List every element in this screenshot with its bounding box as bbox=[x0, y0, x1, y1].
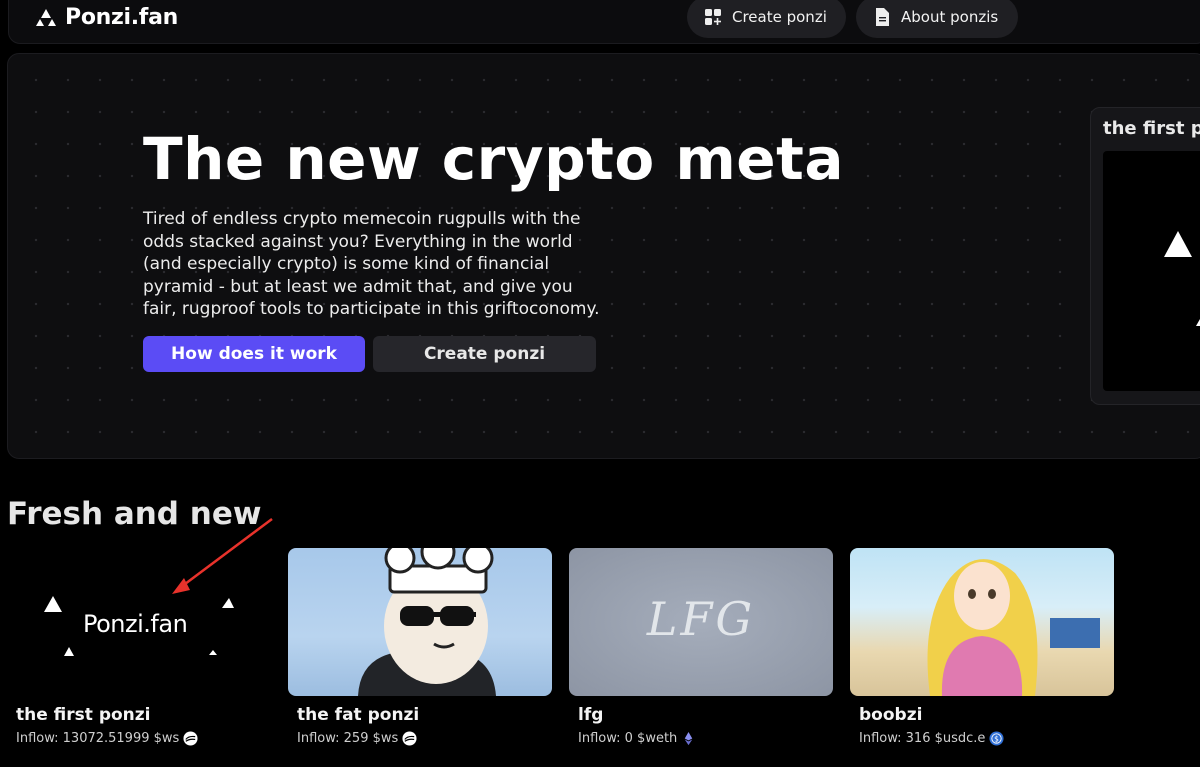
page: Ponzi.fan Create ponzi About ponzis The … bbox=[0, 0, 1200, 767]
featured-ponzi-card[interactable]: the first p bbox=[1090, 107, 1200, 405]
hero-title: The new crypto meta bbox=[143, 125, 844, 193]
ponzi-card-inflow: Inflow: 259 $ws bbox=[297, 731, 552, 746]
hero-description-line: pyramid - but at least we admit that, an… bbox=[143, 276, 573, 297]
document-icon bbox=[876, 8, 889, 26]
ponzi-card-inflow-text: Inflow: 259 $ws bbox=[297, 731, 399, 746]
lfg-image-text: LFG bbox=[646, 592, 756, 646]
create-ponzi-button[interactable]: Create ponzi bbox=[373, 336, 596, 372]
ponzi-card-inflow-text: Inflow: 13072.51999 $ws bbox=[16, 731, 180, 746]
chef-mascot-illustration bbox=[358, 548, 496, 696]
ponzi-card[interactable]: boobzi Inflow: 316 $usdc.e $ bbox=[850, 548, 1114, 746]
how-does-it-work-button[interactable]: How does it work bbox=[143, 336, 365, 372]
pyramid-logo-icon bbox=[36, 8, 56, 26]
pyramid-logo-icon bbox=[1164, 231, 1200, 326]
usdc-token-icon: $ bbox=[989, 731, 1004, 746]
hero-description: Tired of endless crypto memecoin rugpull… bbox=[143, 208, 633, 321]
hero-description-line: fair, rugproof tools to participate in t… bbox=[143, 299, 600, 319]
brand[interactable]: Ponzi.fan bbox=[35, 5, 178, 30]
ponzi-card-inflow-text: Inflow: 316 $usdc.e bbox=[859, 731, 986, 746]
about-ponzis-nav-button[interactable]: About ponzis bbox=[856, 0, 1018, 38]
ponzi-card-name: boobzi bbox=[859, 705, 923, 725]
ponzi-card-name: lfg bbox=[578, 705, 604, 725]
ponzi-card-image: Ponzi.fan bbox=[7, 548, 271, 696]
ws-token-icon bbox=[183, 731, 198, 746]
ponzi-card-image: LFG bbox=[569, 548, 833, 696]
fresh-and-new-heading: Fresh and new bbox=[7, 496, 262, 532]
brand-name: Ponzi.fan bbox=[65, 5, 178, 30]
eth-token-icon bbox=[685, 731, 693, 746]
ponzi-card[interactable]: Ponzi.fan the first ponzi Inflow: 13072.… bbox=[7, 548, 271, 746]
grid-plus-icon bbox=[705, 9, 721, 25]
ponzi-fan-logo-text: Ponzi.fan bbox=[83, 610, 188, 638]
featured-ponzi-title: the first p bbox=[1103, 118, 1200, 139]
ponzi-card-name: the first ponzi bbox=[16, 705, 151, 725]
ponzi-card[interactable]: the fat ponzi Inflow: 259 $ws bbox=[288, 548, 552, 746]
ponzi-card-inflow: Inflow: 0 $weth bbox=[578, 731, 833, 746]
featured-ponzi-image bbox=[1103, 151, 1200, 391]
ws-token-icon bbox=[402, 731, 417, 746]
top-navigation-bar: Ponzi.fan bbox=[8, 0, 1200, 44]
ponzi-card-image bbox=[288, 548, 552, 696]
ponzi-card-name: the fat ponzi bbox=[297, 705, 420, 725]
ponzi-card[interactable]: LFG lfg Inflow: 0 $weth bbox=[569, 548, 833, 746]
ponzi-card-inflow-text: Inflow: 0 $weth bbox=[578, 731, 678, 746]
about-ponzis-nav-label: About ponzis bbox=[901, 8, 999, 26]
create-ponzi-nav-button[interactable]: Create ponzi bbox=[687, 0, 846, 38]
hero-description-line: Tired of endless crypto memecoin rugpull… bbox=[143, 209, 581, 229]
ponzi-card-image bbox=[850, 548, 1114, 696]
ponzi-card-inflow: Inflow: 316 $usdc.e $ bbox=[859, 731, 1114, 746]
ponzi-card-inflow: Inflow: 13072.51999 $ws bbox=[16, 731, 271, 746]
svg-text:$: $ bbox=[995, 734, 1000, 743]
hero-description-line: (and especially crypto) is some kind of … bbox=[143, 254, 550, 274]
anime-character-illustration bbox=[927, 559, 1100, 696]
create-ponzi-nav-label: Create ponzi bbox=[732, 8, 827, 26]
hero-description-line: odds stacked against you? Everything in … bbox=[143, 231, 573, 252]
